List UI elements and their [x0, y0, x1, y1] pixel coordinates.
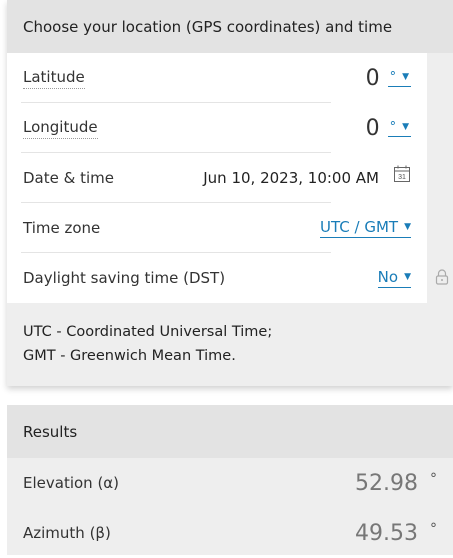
longitude-row: Longitude 0 ° ▼: [7, 103, 427, 153]
datetime-row: Date & time Jun 10, 2023, 10:00 AM 31: [7, 153, 427, 203]
caret-down-icon: ▼: [404, 222, 411, 232]
dst-select[interactable]: No ▼: [377, 268, 411, 288]
caret-down-icon: ▼: [402, 72, 409, 82]
location-card-title: Choose your location (GPS coordinates) a…: [23, 17, 393, 36]
results-card: Results Elevation (α) 52.98 ° Azimuth (β…: [7, 405, 453, 555]
longitude-input[interactable]: 0: [366, 116, 380, 141]
caret-down-icon: ▼: [404, 272, 411, 282]
azimuth-label: Azimuth (β): [23, 524, 111, 542]
location-fields: Latitude 0 ° ▼ Longitude 0 ° ▼ Date & ti…: [7, 53, 427, 303]
location-card: Choose your location (GPS coordinates) a…: [7, 0, 453, 386]
dst-value: No: [377, 268, 399, 286]
svg-text:31: 31: [398, 174, 406, 181]
latitude-label: Latitude: [23, 68, 85, 89]
timezone-select[interactable]: UTC / GMT ▼: [320, 218, 411, 238]
lock-icon[interactable]: [435, 269, 449, 285]
timezone-note: UTC - Coordinated Universal Time; GMT - …: [23, 320, 272, 368]
note-line-1: UTC - Coordinated Universal Time;: [23, 324, 273, 340]
calendar-icon[interactable]: 31: [393, 165, 411, 183]
timezone-label: Time zone: [23, 219, 101, 237]
caret-down-icon: ▼: [402, 122, 409, 132]
longitude-unit-select[interactable]: ° ▼: [387, 119, 411, 137]
latitude-unit-select[interactable]: ° ▼: [387, 69, 411, 87]
datetime-input[interactable]: Jun 10, 2023, 10:00 AM: [203, 169, 379, 187]
timezone-row: Time zone UTC / GMT ▼: [7, 203, 427, 253]
datetime-label: Date & time: [23, 169, 114, 187]
azimuth-value: 49.53: [355, 520, 418, 546]
latitude-unit-value: °: [389, 69, 397, 85]
dst-label: Daylight saving time (DST): [23, 269, 226, 287]
timezone-value: UTC / GMT: [320, 218, 399, 236]
results-card-title: Results: [23, 422, 78, 441]
elevation-label: Elevation (α): [23, 474, 120, 492]
longitude-unit-value: °: [389, 119, 397, 135]
location-card-header: Choose your location (GPS coordinates) a…: [7, 0, 453, 53]
azimuth-unit: °: [430, 521, 437, 537]
elevation-unit: °: [430, 471, 437, 487]
dst-row: Daylight saving time (DST) No ▼: [7, 253, 427, 303]
latitude-row: Latitude 0 ° ▼: [7, 53, 427, 103]
azimuth-row: Azimuth (β) 49.53 °: [7, 508, 453, 558]
latitude-input[interactable]: 0: [366, 66, 380, 91]
note-line-2: GMT - Greenwich Mean Time.: [23, 348, 236, 364]
results-card-header: Results: [7, 405, 453, 458]
elevation-value: 52.98: [355, 470, 418, 496]
elevation-row: Elevation (α) 52.98 °: [7, 458, 453, 508]
longitude-label: Longitude: [23, 118, 98, 139]
